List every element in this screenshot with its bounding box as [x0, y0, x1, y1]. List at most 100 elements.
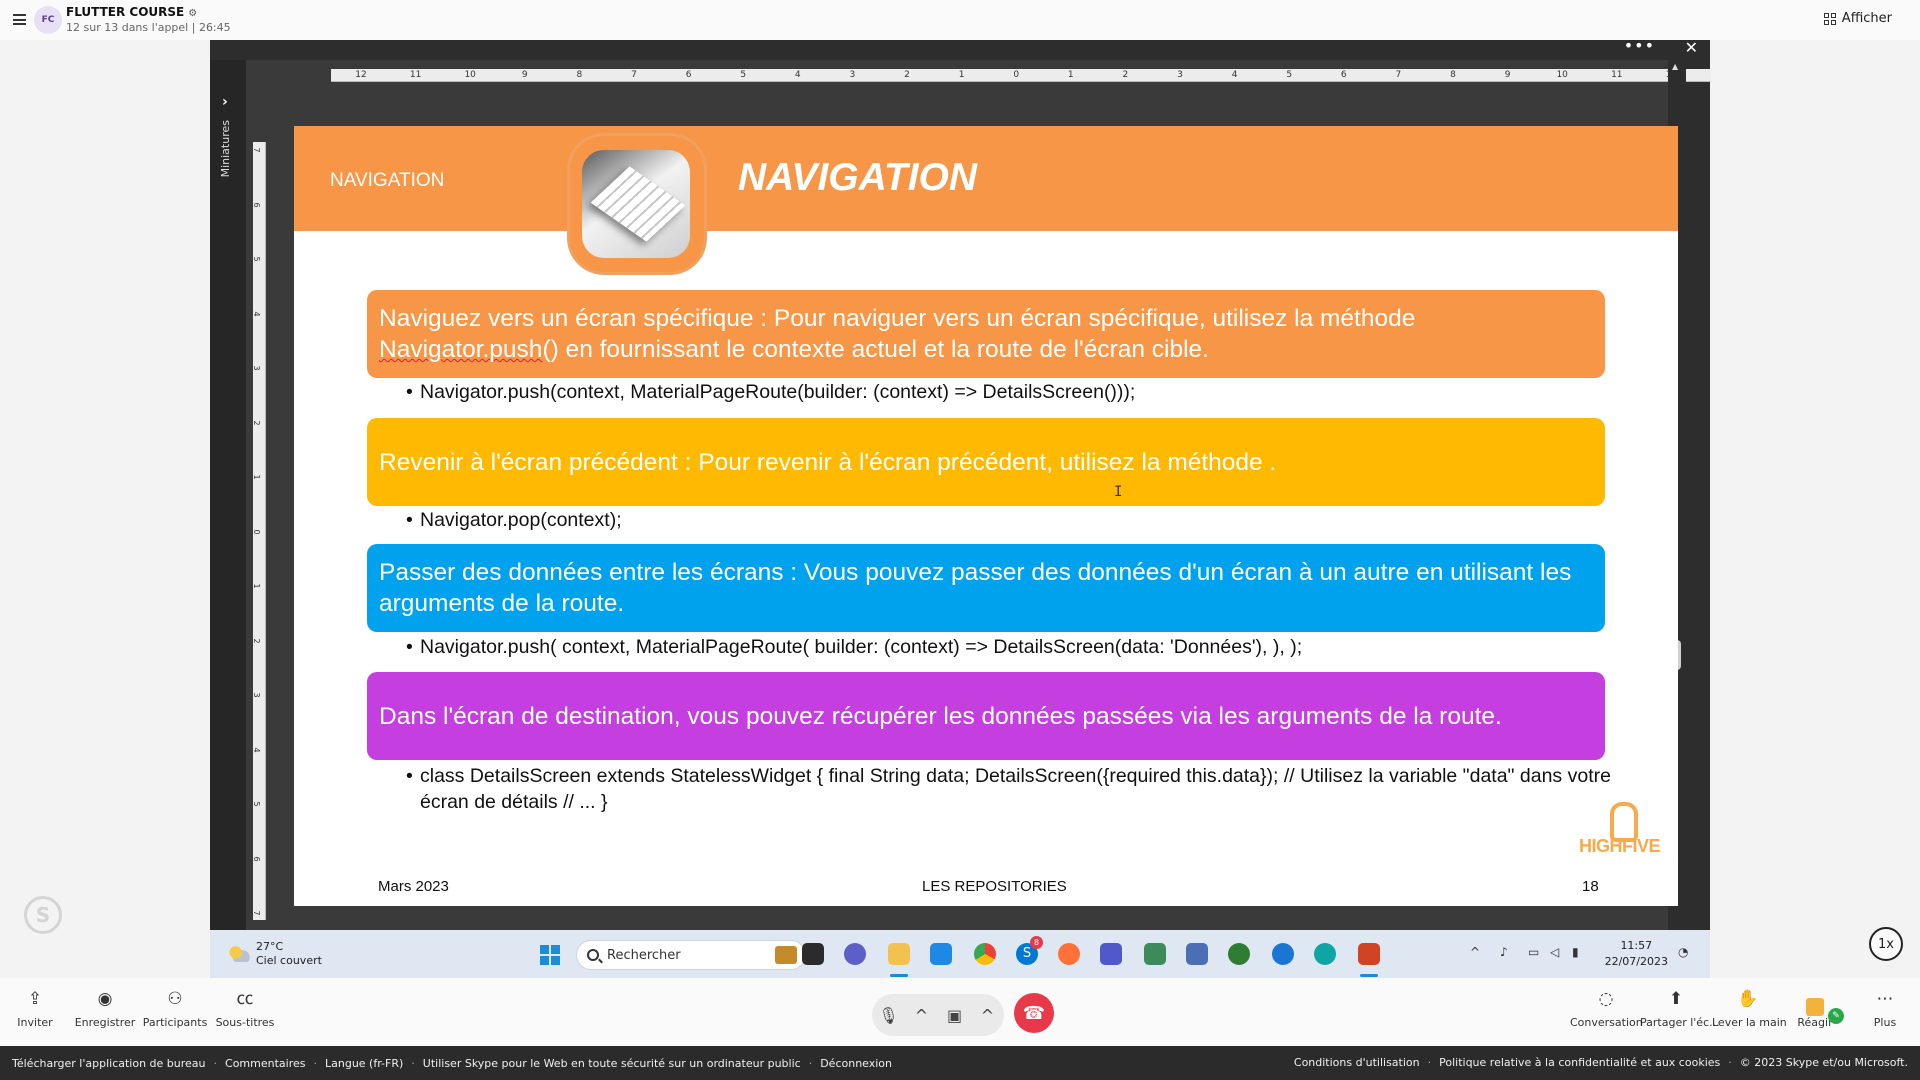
app-icon[interactable]	[1144, 943, 1166, 965]
share-screen-icon: ⬆	[1668, 989, 1684, 1009]
temperature: 27°C	[256, 940, 284, 953]
call-header: FC FLUTTER COURSE ⚙ 12 sur 13 dans l'appe…	[0, 0, 1920, 40]
taskbar-search[interactable]: Rechercher	[576, 940, 806, 970]
camera-options-chevron-icon[interactable]: ^	[971, 1006, 1004, 1025]
download-app-link[interactable]: Télécharger l'application de bureau	[12, 1057, 206, 1070]
mic-muted-icon[interactable]: 🎙	[872, 1006, 905, 1025]
scroll-up-icon[interactable]: ▲	[1672, 62, 1678, 71]
ruler-tick: 6	[685, 70, 692, 80]
chevron-up-icon[interactable]: ^	[1470, 945, 1484, 959]
chevron-right-icon[interactable]: ›	[222, 94, 228, 110]
edge-icon[interactable]	[1314, 943, 1336, 965]
playback-speed-button[interactable]: 1x	[1869, 927, 1903, 961]
ruler-tick: 7	[631, 70, 637, 80]
mic-options-chevron-icon[interactable]: ^	[905, 1006, 938, 1025]
windows-taskbar: 27°C Ciel couvert Rechercher S 8 ^ ♪ ▭ ◁ …	[210, 930, 1710, 978]
invite-button[interactable]: ⇪ Inviter	[0, 986, 70, 1029]
phone-icon: ☎	[1022, 1002, 1046, 1024]
public-computer-link[interactable]: Utiliser Skype pour le Web en toute sécu…	[423, 1057, 801, 1070]
chat-app-icon[interactable]	[844, 943, 866, 965]
date: 22/07/2023	[1604, 955, 1668, 968]
horizontal-ruler: 1211109876543210123456789101112	[331, 69, 1711, 82]
ruler-tick: 9	[1504, 70, 1511, 80]
time: 11:57	[1620, 939, 1653, 952]
menu-icon[interactable]	[13, 14, 26, 25]
file-explorer-icon[interactable]	[888, 943, 910, 965]
teams-icon[interactable]	[1100, 943, 1122, 965]
thumbnails-label[interactable]: Miniatures	[219, 120, 232, 177]
ruler-tick: 3	[1177, 70, 1183, 80]
task-view-icon[interactable]	[802, 943, 824, 965]
terms-link[interactable]: Conditions d'utilisation	[1294, 1056, 1420, 1069]
ruler-tick: 4	[1231, 70, 1238, 80]
edit-icon: ✎	[1828, 1008, 1844, 1024]
highfive-logo: HIGHFIVE	[1579, 802, 1673, 876]
ruler-tick: 6	[1340, 70, 1347, 80]
info-text-code: Navigator.push	[379, 336, 543, 363]
keyboard-icon	[590, 166, 686, 242]
edge-beta-icon[interactable]	[1272, 943, 1294, 965]
vertical-ruler: 7 6 5 4 3 2 1 0 1 2 3 4 5 6 7	[252, 142, 266, 920]
ruler-tick: 10	[1556, 70, 1568, 80]
ruler-tick: 6	[252, 855, 262, 862]
windows-start-icon[interactable]	[540, 945, 560, 965]
ruler-tick: 1	[958, 70, 965, 80]
record-button[interactable]: ◉ Enregistrer	[70, 986, 140, 1029]
ruler-tick: 3	[849, 70, 856, 80]
language-link[interactable]: Langue (fr-FR)	[325, 1057, 403, 1070]
copyright: © 2023 Skype et/ou Microsoft.	[1739, 1056, 1908, 1069]
slide-date: Mars 2023	[378, 878, 449, 895]
avatar[interactable]: FC	[34, 6, 62, 34]
network-app-icon[interactable]	[1186, 943, 1208, 965]
raise-hand-button[interactable]: ✋ Lever la main	[1712, 986, 1787, 1029]
more-options-icon[interactable]: •••	[1624, 38, 1655, 54]
hang-up-button[interactable]: ☎	[1014, 993, 1054, 1033]
viewer-titlebar: ••• ✕	[210, 38, 1710, 60]
ruler-tick: 5	[1286, 70, 1293, 80]
vscode-icon[interactable]	[930, 943, 952, 965]
firefox-icon[interactable]	[1058, 943, 1080, 965]
notification-icon[interactable]: ◔	[1678, 945, 1692, 959]
call-title: FLUTTER COURSE ⚙	[66, 5, 197, 19]
share-screen-button[interactable]: ⬆ Partager l'éc...	[1640, 986, 1720, 1029]
search-icon	[587, 949, 599, 961]
slide-banner	[294, 126, 1678, 231]
display-icon[interactable]: ▭	[1528, 945, 1542, 959]
view-button[interactable]: Afficher	[1823, 11, 1892, 26]
camera-off-icon[interactable]: ▣	[938, 1006, 971, 1025]
weather-icon	[228, 946, 250, 962]
privacy-link[interactable]: Politique relative à la confidentialité …	[1439, 1056, 1720, 1069]
clock[interactable]: 11:57 22/07/2023	[1605, 938, 1668, 970]
search-placeholder: Rechercher	[607, 947, 681, 963]
captions-label: Sous-titres	[215, 1016, 275, 1029]
more-button[interactable]: ⋯ Plus	[1850, 986, 1920, 1029]
participants-label: Participants	[142, 1016, 208, 1029]
ruler-tick: 5	[740, 70, 747, 80]
battery-icon[interactable]: ▮	[1572, 945, 1586, 959]
call-status: 12 sur 13 dans l'appel | 26:45	[66, 21, 231, 34]
ruler-tick: 4	[252, 310, 262, 317]
close-icon[interactable]: ✕	[1685, 38, 1698, 57]
app-hs-icon[interactable]	[1228, 943, 1250, 965]
ruler-tick: 4	[252, 746, 262, 753]
invite-label: Inviter	[17, 1016, 53, 1029]
logout-link[interactable]: Déconnexion	[820, 1057, 892, 1070]
more-label: Plus	[1873, 1016, 1897, 1029]
microphone-icon[interactable]: ♪	[1500, 945, 1514, 959]
ruler-tick: 7	[252, 910, 262, 916]
participants-button[interactable]: ⚇ Participants	[140, 986, 210, 1029]
ruler-tick: 1	[252, 583, 262, 589]
hand-icon: ✋	[1737, 989, 1759, 1009]
weather-widget[interactable]: 27°C Ciel couvert	[228, 940, 322, 968]
ruler-tick: 7	[1395, 70, 1402, 80]
ruler-tick: 7	[252, 147, 262, 153]
record-icon: ◉	[97, 989, 113, 1009]
chat-button[interactable]: ◌ Conversation	[1570, 986, 1643, 1029]
feedback-link[interactable]: Commentaires	[225, 1057, 305, 1070]
powerpoint-icon[interactable]	[1358, 943, 1380, 965]
volume-icon[interactable]: ◁	[1550, 945, 1564, 959]
settings-icon[interactable]: ⚙	[188, 8, 197, 19]
captions-button[interactable]: ㏄ Sous-titres	[210, 986, 280, 1029]
chrome-icon[interactable]	[974, 943, 996, 965]
ruler-tick: 1	[1067, 70, 1074, 80]
